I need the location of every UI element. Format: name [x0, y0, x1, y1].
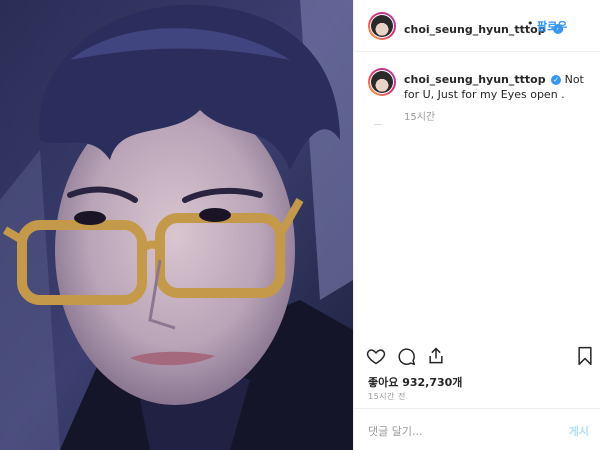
post-sidebar: choi_seung_hyun_tttop ✓ • 팔로우 choi_seung… — [353, 0, 600, 450]
comment-bar: 댓글 달기... 게시 — [354, 408, 600, 450]
comment-input[interactable]: 댓글 달기... — [368, 423, 422, 439]
caption: choi_seung_hyun_tttop ✓ Not for U, Just … — [404, 72, 594, 102]
username-link[interactable]: choi_seung_hyun_tttop — [404, 23, 546, 36]
caption-avatar[interactable] — [368, 68, 396, 96]
likes-count[interactable]: 좋아요 932,730개 — [368, 374, 462, 390]
separator-dot: • — [527, 17, 534, 30]
comment-icon[interactable] — [396, 346, 416, 366]
selfie-image — [0, 0, 353, 450]
caption-time: 15시간 — [404, 112, 436, 123]
avatar[interactable] — [368, 12, 396, 40]
post-header: choi_seung_hyun_tttop ✓ • 팔로우 — [354, 0, 600, 52]
post-time[interactable]: 15시간 전 — [368, 391, 406, 402]
action-bar — [354, 338, 600, 374]
divider — [374, 124, 382, 125]
post-photo[interactable] — [0, 0, 353, 450]
post-comment-button[interactable]: 게시 — [569, 423, 589, 439]
heart-icon[interactable] — [366, 346, 386, 366]
bookmark-icon[interactable] — [576, 346, 594, 366]
share-icon[interactable] — [426, 346, 446, 366]
verified-badge-icon: ✓ — [551, 75, 562, 85]
caption-username-link[interactable]: choi_seung_hyun_tttop — [404, 73, 546, 86]
follow-button[interactable]: 팔로우 — [537, 18, 567, 34]
